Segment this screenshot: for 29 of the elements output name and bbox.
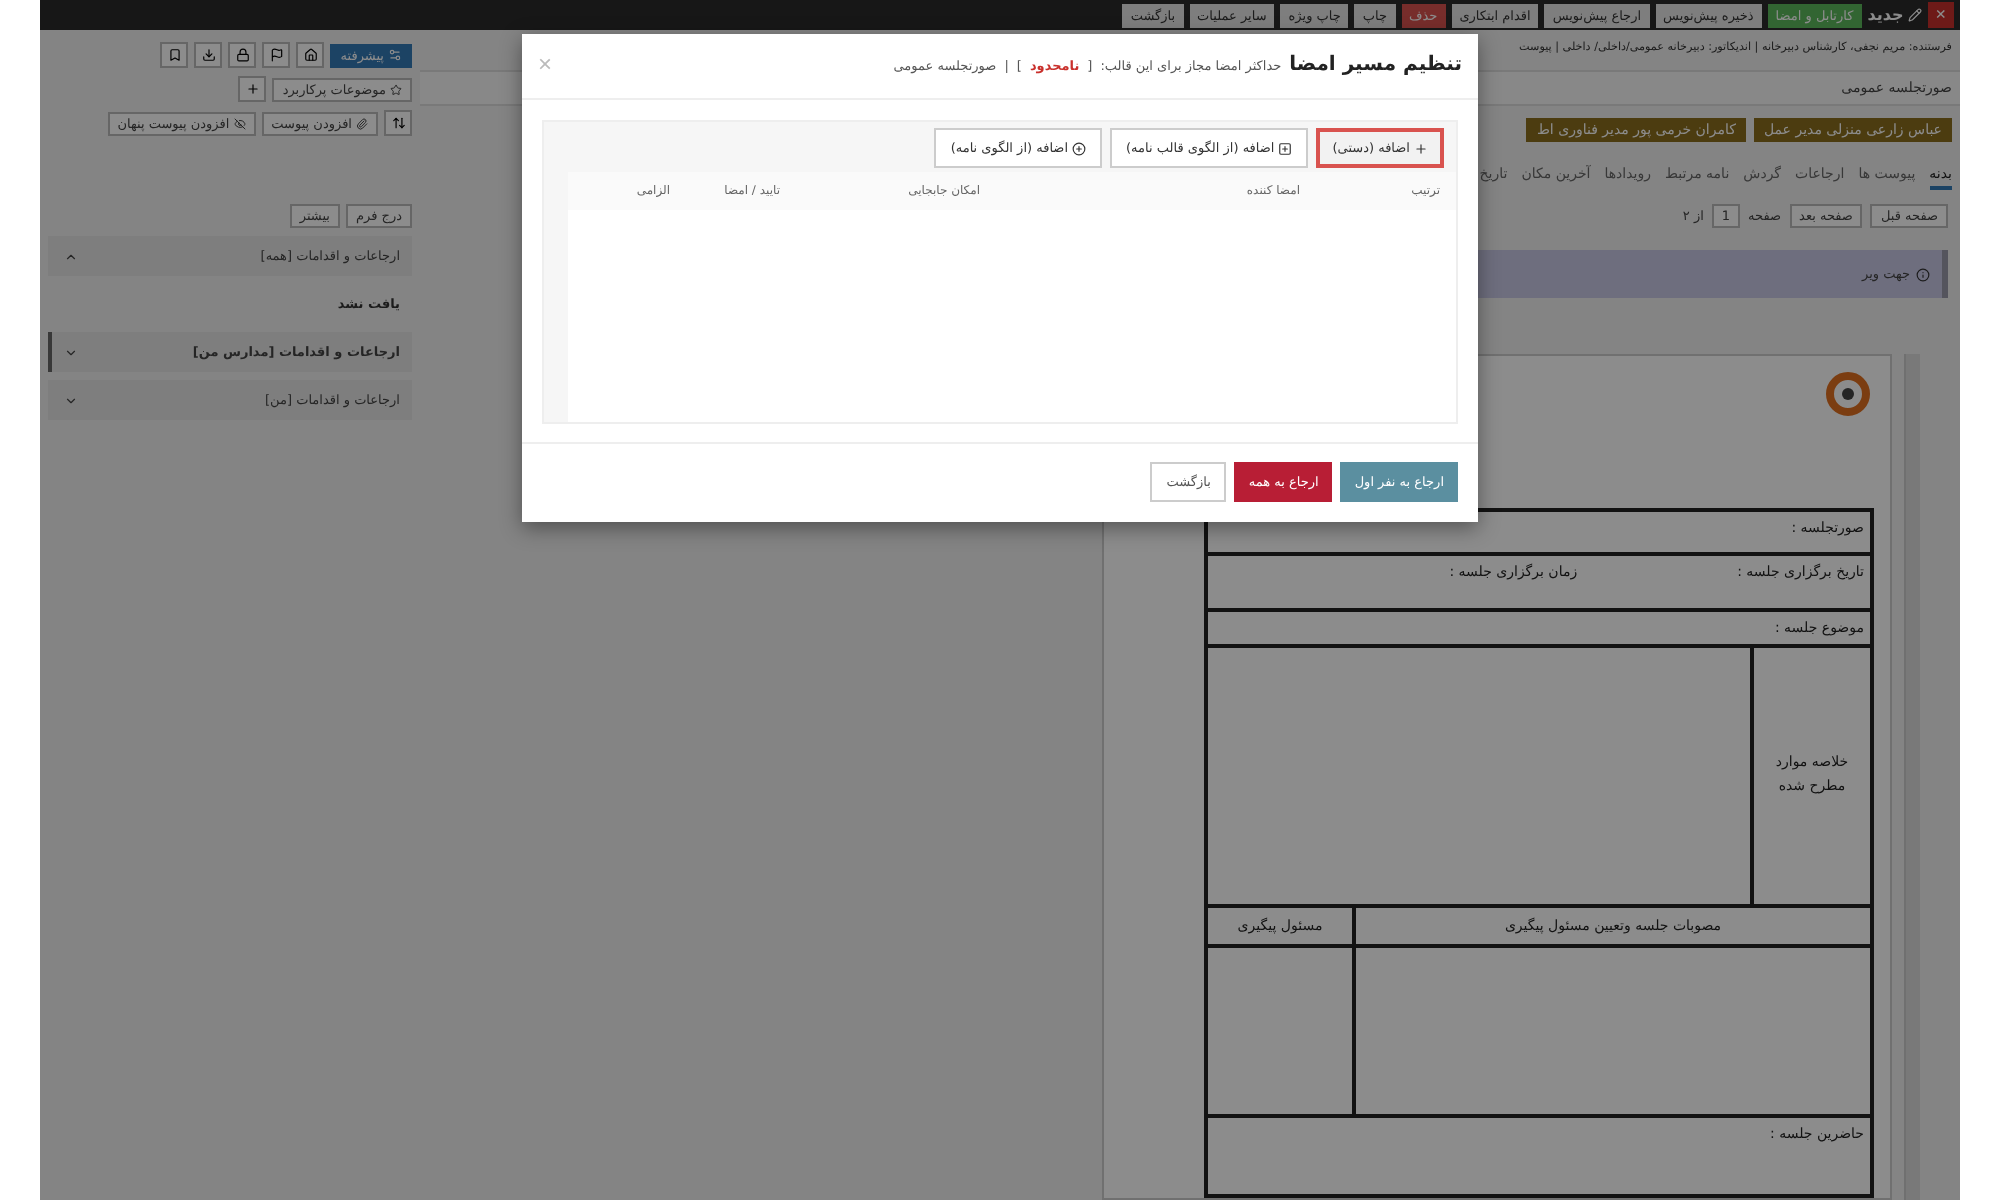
eye-off-icon xyxy=(233,117,246,129)
flag-button[interactable] xyxy=(262,42,291,68)
dialog-title: تنظیم مسیر امضا xyxy=(1289,53,1462,75)
chevron-down-icon xyxy=(64,345,78,359)
star-icon xyxy=(390,83,402,95)
download-button[interactable] xyxy=(194,42,223,68)
plus-icon xyxy=(1414,141,1428,155)
plus-circle-icon xyxy=(1072,141,1087,155)
add-button[interactable] xyxy=(238,76,267,102)
chevron-down-icon xyxy=(64,393,78,407)
sort-icon xyxy=(391,116,405,130)
paperclip-icon xyxy=(356,117,368,129)
home-button[interactable] xyxy=(296,42,325,68)
sliders-icon xyxy=(388,48,402,62)
close-button[interactable]: × xyxy=(1927,2,1954,28)
plus-square-icon xyxy=(1278,141,1293,155)
home-icon xyxy=(303,48,318,62)
flag-icon xyxy=(269,48,284,62)
bookmark-button[interactable] xyxy=(160,42,189,68)
page-title: جدید xyxy=(1867,6,1922,24)
info-icon xyxy=(1916,267,1930,281)
plus-icon xyxy=(245,82,260,96)
download-icon xyxy=(201,48,216,62)
lock-icon xyxy=(235,48,250,62)
bookmark-icon xyxy=(167,48,182,62)
chevron-up-icon xyxy=(64,249,78,263)
sort-button[interactable] xyxy=(384,110,412,136)
pencil-icon xyxy=(1907,8,1922,22)
lock-button[interactable] xyxy=(228,42,257,68)
